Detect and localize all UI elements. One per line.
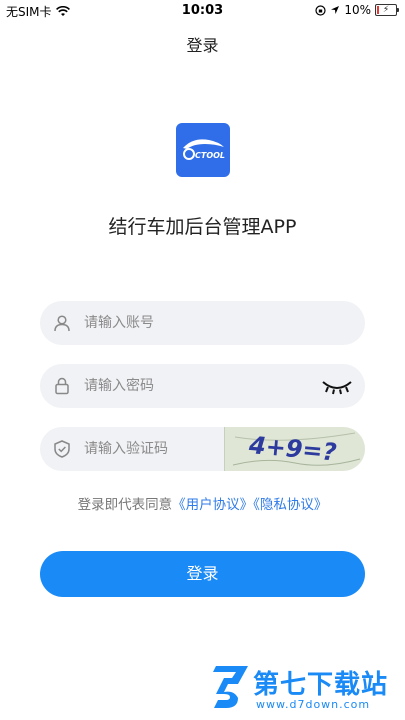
- privacy-policy-link[interactable]: 《隐私协议》: [253, 497, 327, 513]
- app-name: 结行车加后台管理APP: [108, 216, 297, 238]
- user-agreement-link[interactable]: 《用户协议》: [172, 497, 253, 513]
- orientation-lock-icon: [315, 4, 326, 16]
- captcha-input[interactable]: 请输入验证码: [84, 427, 168, 471]
- watermark-title: 第七下载站: [253, 670, 389, 700]
- account-field[interactable]: 请输入账号: [40, 301, 365, 345]
- watermark-url: www.d7down.com: [256, 698, 371, 711]
- battery-icon: ⚡: [375, 4, 399, 16]
- car-logo-icon: CTOOL: [183, 139, 225, 160]
- battery-fill: [377, 6, 379, 14]
- watermark: 第七下载站 www.d7down.com: [210, 660, 400, 718]
- lock-icon: [55, 377, 69, 395]
- svg-text:CTOOL: CTOOL: [195, 151, 225, 160]
- svg-text:4+9=?: 4+9=?: [247, 431, 338, 467]
- status-right: 10% ⚡: [315, 3, 399, 17]
- password-input[interactable]: 请输入密码: [84, 364, 154, 408]
- eye-closed-icon[interactable]: [321, 378, 353, 396]
- watermark-logo-icon: [213, 666, 248, 708]
- agreement-prefix: 登录即代表同意: [77, 497, 173, 513]
- captcha-graphic: 4+9=?: [232, 431, 361, 467]
- status-bar: 无SIM卡 10:03 10% ⚡: [0, 0, 405, 22]
- battery-percent: 10%: [344, 3, 371, 17]
- password-field[interactable]: 请输入密码: [40, 364, 365, 408]
- page-title: 登录: [186, 36, 219, 55]
- login-button[interactable]: 登录: [40, 551, 365, 597]
- shield-check-icon: [54, 440, 70, 458]
- agreement-text: 登录即代表同意《用户协议》《隐私协议》: [0, 493, 405, 513]
- account-input[interactable]: 请输入账号: [84, 301, 154, 345]
- location-icon: [331, 6, 340, 14]
- app-logo: CTOOL: [176, 123, 230, 177]
- charging-icon: ⚡: [382, 5, 390, 15]
- captcha-field[interactable]: 请输入验证码 4+9=?: [40, 427, 365, 471]
- user-icon: [54, 315, 70, 332]
- captcha-image[interactable]: 4+9=?: [224, 427, 365, 471]
